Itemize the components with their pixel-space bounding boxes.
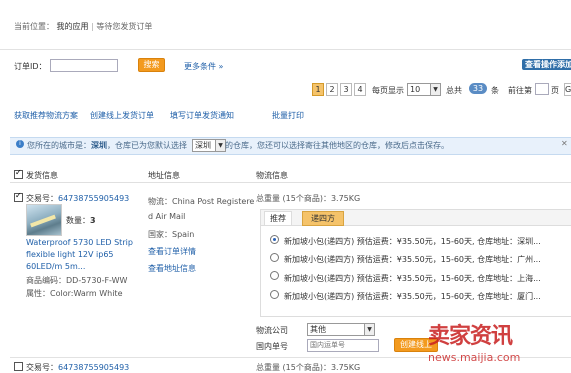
order-id-label: 订单ID： — [14, 62, 47, 71]
total-badge: 33 — [469, 83, 487, 94]
view-order-detail-link[interactable]: 查看订单详情 — [148, 246, 196, 257]
attr-value: Color:Warm White — [50, 289, 123, 298]
total-suffix: 条 — [491, 86, 499, 95]
carrier-select[interactable]: 其他 ▼ — [307, 323, 375, 336]
more-conditions-link[interactable]: 更多条件 » — [184, 61, 223, 72]
column-logistics: 物流信息 — [256, 171, 288, 180]
breadcrumb-sep: | — [91, 22, 94, 31]
attr-label: 属性： — [26, 289, 50, 298]
tab-4px[interactable]: 递四方 — [302, 211, 344, 226]
watermark-url: news.maijia.com — [428, 351, 521, 364]
sku-value: DD-5730-F-WW — [66, 276, 128, 285]
view-address-link[interactable]: 查看地址信息 — [148, 263, 196, 274]
sku-label: 商品编码： — [26, 276, 66, 285]
notice-text-c: 的仓库，您还可以选择寄往其他地区的仓库，修改后点击保存。 — [225, 141, 449, 150]
order-id-link[interactable]: 64738755905493 — [58, 194, 129, 203]
page-2[interactable]: 2 — [326, 83, 338, 96]
breadcrumb-app-link[interactable]: 我的应用 — [57, 22, 89, 31]
page-4[interactable]: 4 — [354, 83, 366, 96]
sku-text: 商品编码：DD-5730-F-WW — [26, 275, 127, 286]
tab-recommend[interactable]: 推荐 — [264, 211, 292, 225]
column-address: 地址信息 — [148, 171, 180, 180]
quantity-text: 数量：3 — [66, 215, 96, 226]
order-id-label-text: 交易号： — [26, 194, 58, 203]
tracking-number-input[interactable] — [307, 339, 379, 352]
carrier-value: 其他 — [310, 325, 326, 334]
divider — [0, 49, 571, 50]
fill-notice-link[interactable]: 填写订单发货通知 — [170, 110, 234, 121]
attr-text: 属性：Color:Warm White — [26, 288, 123, 299]
shipping-option-4: 新加坡小包(递四方) 预估运费：¥35.50元，15-60天, 仓库地址：厦门.… — [284, 292, 541, 301]
search-button[interactable]: 搜索 — [138, 58, 165, 72]
page-3[interactable]: 3 — [340, 83, 352, 96]
column-header-row — [10, 166, 571, 183]
close-icon[interactable]: ✕ — [561, 139, 568, 148]
per-page-value: 10 — [410, 85, 421, 94]
led-strip-image — [30, 214, 56, 228]
breadcrumb-current: 等待您发货订单 — [96, 22, 153, 31]
order-checkbox-2[interactable] — [14, 362, 23, 371]
shipping-option-3: 新加坡小包(递四方) 预估运费：¥35.50元，15-60天, 仓库地址：上海.… — [284, 274, 541, 283]
city-notice-text: 您所在的城市是：深圳，仓库已为您默认选择 — [27, 140, 187, 151]
goto-label: 前往第 — [508, 86, 532, 95]
watermark-title: 卖家资讯 — [428, 324, 513, 349]
tracking-label: 国内单号 — [256, 342, 288, 351]
goto-page-input[interactable] — [535, 83, 549, 95]
address-line-1: 物流：China Post Registere — [148, 197, 255, 206]
shipping-option-radio-2[interactable] — [270, 253, 279, 262]
chevron-down-icon: ▼ — [430, 84, 440, 95]
notice-text-a: 您所在的城市是： — [27, 141, 91, 150]
shipping-option-radio-3[interactable] — [270, 271, 279, 280]
shipping-option-1: 新加坡小包(递四方) 预估运费：¥35.50元，15-60天, 仓库地址：深圳.… — [284, 237, 541, 246]
column-ship-info: 发货信息 — [26, 171, 58, 180]
create-shipment-link[interactable]: 创建线上发货订单 — [90, 110, 154, 121]
notice-city: 深圳 — [91, 141, 107, 150]
order-checkbox[interactable] — [14, 191, 23, 202]
quantity-label: 数量： — [66, 216, 90, 225]
info-icon: i — [16, 140, 24, 148]
view-log-button[interactable]: 查看操作添加 — [522, 59, 571, 70]
product-title-link[interactable]: Waterproof 5730 LED Strip flexible light… — [26, 237, 144, 273]
weight-text: 总重量 (15个商品)：3.75KG — [256, 194, 361, 203]
per-page-label: 每页显示 — [372, 86, 404, 95]
quantity-value: 3 — [90, 216, 96, 225]
shipping-option-2: 新加坡小包(递四方) 预估运费：¥35.50元，15-60天, 仓库地址：广州.… — [284, 255, 541, 264]
breadcrumb: 当前位置： 我的应用 | 等待您发货订单 — [14, 21, 152, 32]
order-id-input[interactable] — [50, 59, 118, 72]
recommend-logistics-link[interactable]: 获取推荐物流方案 — [14, 110, 78, 121]
chevron-down-icon: ▼ — [364, 324, 374, 335]
address-line-3: 国家：Spain — [148, 230, 195, 239]
order-id-text: 交易号：64738755905493 — [26, 193, 129, 204]
goto-suffix: 页 — [551, 86, 559, 95]
per-page-select[interactable]: 10 ▼ — [407, 83, 441, 96]
shipping-option-radio-1[interactable] — [270, 235, 279, 244]
carrier-label: 物流公司 — [256, 326, 288, 335]
select-all-checkbox[interactable] — [14, 168, 23, 179]
product-thumbnail[interactable] — [26, 204, 62, 236]
batch-print-link[interactable]: 批量打印 — [272, 110, 304, 121]
address-line-2: d Air Mail — [148, 212, 186, 221]
chevron-down-icon: ▼ — [215, 140, 225, 151]
total-prefix: 总共 — [446, 86, 462, 95]
goto-button[interactable]: G — [564, 83, 571, 96]
warehouse-city-value: 深圳 — [195, 141, 211, 150]
page-1[interactable]: 1 — [312, 83, 324, 96]
pagination: 1 2 3 4 — [312, 83, 366, 96]
warehouse-city-select[interactable]: 深圳 ▼ — [192, 139, 226, 152]
shipping-option-radio-4[interactable] — [270, 290, 279, 299]
notice-text-b: ，仓库已为您默认选择 — [107, 141, 187, 150]
breadcrumb-label: 当前位置： — [14, 22, 54, 31]
